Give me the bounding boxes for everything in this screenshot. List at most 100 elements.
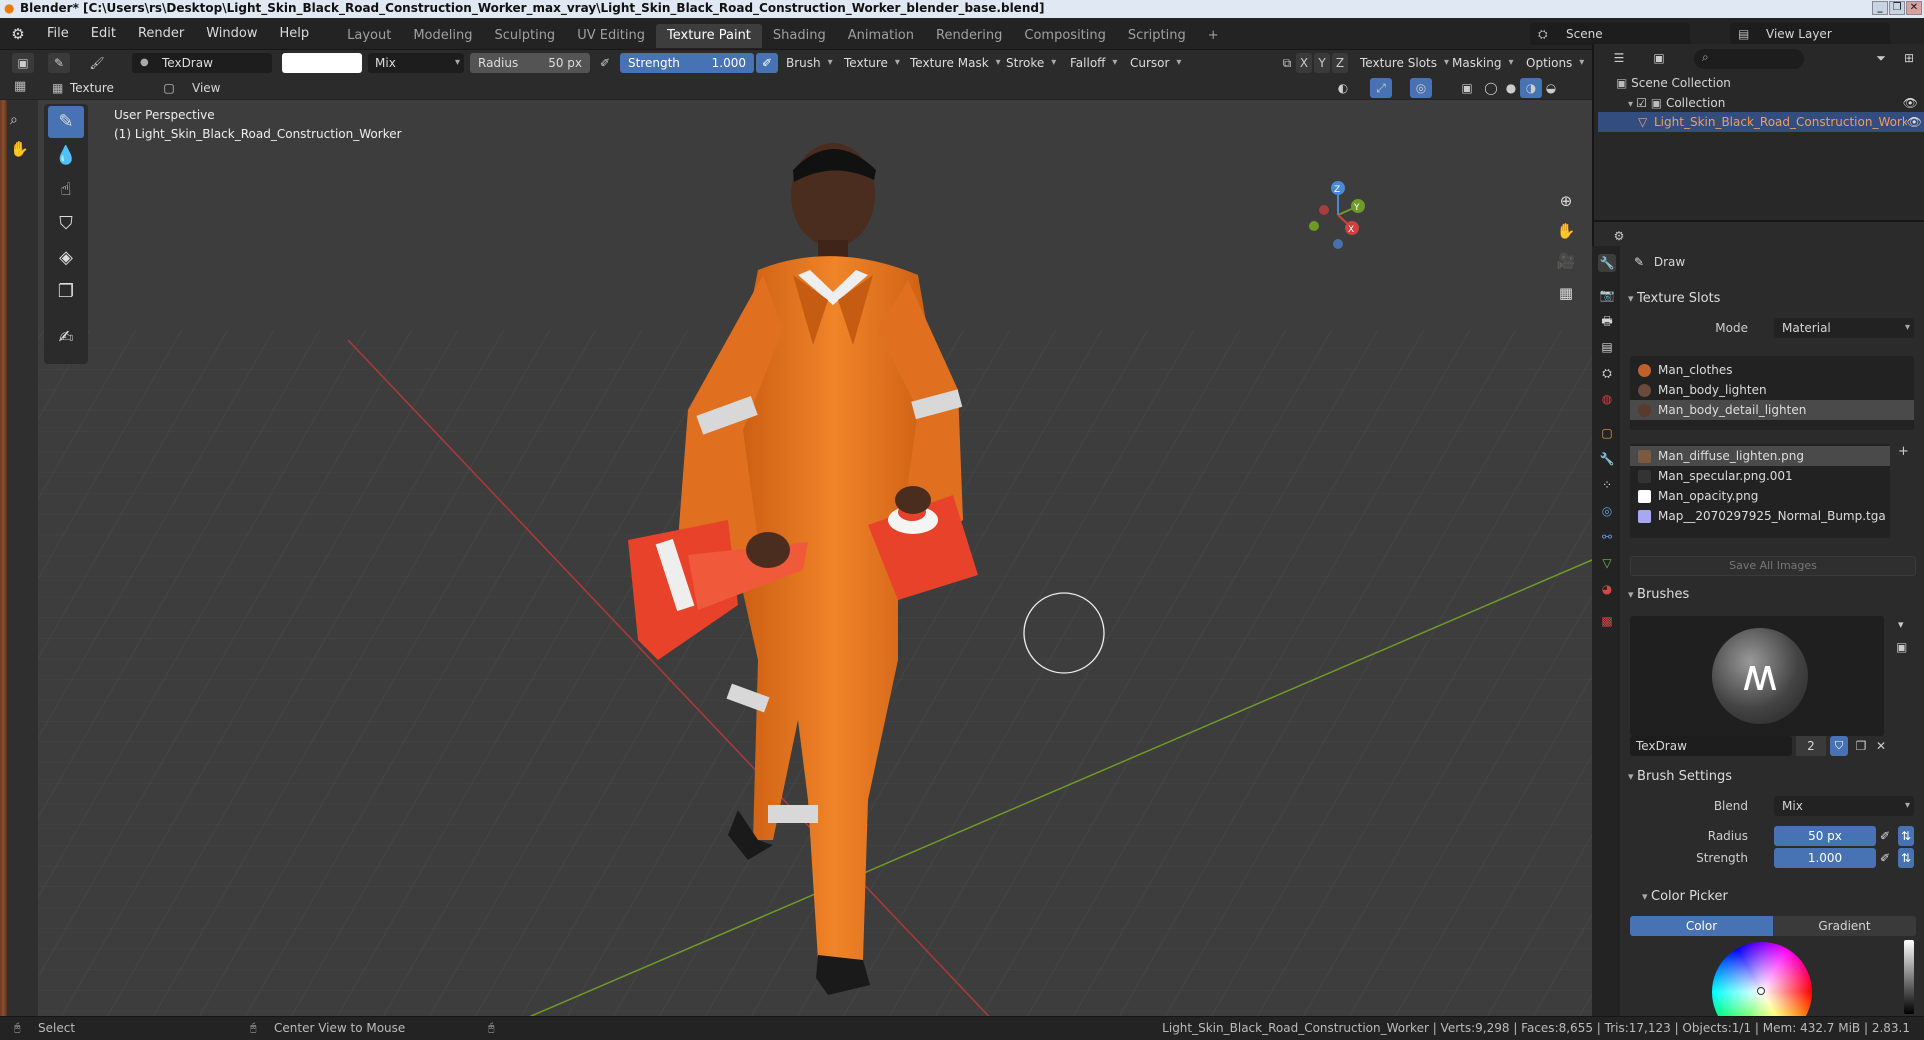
radius-field[interactable]: Radius 50 px [470, 53, 590, 73]
color-wheel[interactable] [1712, 942, 1812, 1016]
symmetry-icon[interactable]: ⧉ [1276, 53, 1298, 73]
particles-tab-icon[interactable]: ⁘ [1598, 476, 1616, 494]
constraints-tab-icon[interactable]: ⚯ [1598, 528, 1616, 546]
options-menu[interactable]: Options [1520, 53, 1586, 73]
display-mode-icon[interactable]: ▣ [1648, 48, 1670, 68]
radius-pressure-icon[interactable]: ✐ [1880, 826, 1890, 846]
draw-tool-icon[interactable]: ✎ [48, 106, 84, 138]
eye-icon[interactable]: 👁 [1903, 94, 1918, 112]
list-item[interactable]: Man_specular.png.001 [1630, 466, 1890, 486]
fill-tool-icon[interactable]: ◈ [48, 242, 84, 274]
stroke-menu[interactable]: Stroke [1000, 53, 1058, 73]
scene-selector[interactable]: ⛭ Scene [1530, 23, 1690, 45]
tab-gradient[interactable]: Gradient [1773, 916, 1916, 936]
tab-modeling[interactable]: Modeling [402, 24, 483, 48]
camera-view-icon[interactable]: 🎥 [1553, 248, 1579, 274]
brush-list-chevron-icon[interactable]: ▾ [1898, 618, 1904, 631]
tab-scripting[interactable]: Scripting [1117, 24, 1197, 48]
soften-tool-icon[interactable]: 💧 [48, 140, 84, 172]
render-tab-icon[interactable]: 📷 [1598, 286, 1616, 304]
brush-name-field[interactable]: ● TexDraw [132, 53, 272, 73]
search-icon[interactable]: ⌕ [10, 112, 18, 128]
clone-tool-icon[interactable]: ⛉ [48, 208, 84, 240]
strength-slider[interactable]: Strength 1.000 [620, 53, 754, 73]
color-picker-subpanel-header[interactable]: Color Picker [1642, 886, 1924, 908]
tab-animation[interactable]: Animation [837, 24, 925, 48]
editor-type-icon[interactable]: ▣ [12, 53, 34, 73]
texture-slots-menu[interactable]: Texture Slots [1354, 53, 1451, 73]
filter-icon[interactable]: ⏷ [1870, 48, 1892, 68]
brush-menu[interactable]: Brush [780, 53, 835, 73]
tool-tab-icon[interactable]: 🔧 [1598, 254, 1616, 272]
strength-toggle-icon[interactable]: ⇅ [1898, 848, 1914, 868]
scene-tab-icon[interactable]: ⛭ [1598, 364, 1616, 382]
tab-compositing[interactable]: Compositing [1013, 24, 1117, 48]
mode-icon[interactable]: ✎ [48, 53, 70, 73]
blend-dropdown[interactable]: Mix ▾ [1774, 796, 1914, 816]
strength-slider[interactable]: 1.000 [1774, 848, 1876, 868]
material-tab-icon[interactable]: ◕ [1598, 580, 1616, 598]
brush-icon[interactable]: 🖌 [86, 53, 108, 73]
menu-render[interactable]: Render [127, 18, 195, 50]
menu-file[interactable]: File [36, 18, 80, 50]
radius-field[interactable]: 50 px [1774, 826, 1876, 846]
minimize-button[interactable]: _ [1872, 1, 1888, 15]
strength-pressure-icon[interactable]: ✐ [756, 53, 778, 73]
new-collection-icon[interactable]: ⊞ [1898, 48, 1920, 68]
fake-user-shield-icon[interactable]: ⛉ [1830, 736, 1848, 756]
physics-tab-icon[interactable]: ◎ [1598, 502, 1616, 520]
output-tab-icon[interactable]: 🖶 [1598, 312, 1616, 330]
radius-unit-toggle-icon[interactable]: ⇅ [1898, 826, 1914, 846]
outliner-row-scene-collection[interactable]: ▣ Scene Collection [1616, 74, 1731, 92]
axis-z-toggle[interactable]: Z [1332, 53, 1348, 73]
brush-name-field[interactable]: TexDraw [1630, 736, 1792, 756]
add-image-icon[interactable]: + [1898, 444, 1909, 459]
axis-x-toggle[interactable]: X [1296, 53, 1312, 73]
list-item[interactable]: Man_body_lighten [1630, 380, 1914, 400]
checkbox-icon[interactable]: ☑ [1636, 96, 1651, 110]
tab-texture-paint[interactable]: Texture Paint [656, 23, 762, 48]
list-item[interactable]: Map__2070297925_Normal_Bump.tga [1630, 506, 1890, 526]
add-workspace-button[interactable]: + [1197, 24, 1230, 48]
object-tab-icon[interactable]: ▢ [1598, 424, 1616, 442]
list-item[interactable]: Man_opacity.png [1630, 486, 1890, 506]
xray-icon[interactable]: ▣ [1456, 78, 1478, 98]
list-item[interactable]: Man_body_detail_lighten [1630, 400, 1914, 420]
tab-color[interactable]: Color [1630, 916, 1773, 936]
color-swatch[interactable] [282, 53, 362, 73]
ortho-grid-icon[interactable]: ▦ [1553, 280, 1579, 306]
save-all-images-button[interactable]: Save All Images [1630, 556, 1916, 576]
outliner-search-input[interactable]: ⌕ [1694, 49, 1804, 69]
blend-dropdown[interactable]: Mix ▾ [368, 53, 464, 73]
brushes-panel-header[interactable]: Brushes [1628, 584, 1916, 606]
brush-settings-panel-header[interactable]: Brush Settings [1628, 766, 1916, 788]
pan-hand-icon[interactable]: ✋ [1553, 218, 1579, 244]
texture-slots-panel-header[interactable]: Texture Slots [1628, 288, 1916, 310]
annotate-tool-icon[interactable]: ✍ [48, 322, 84, 354]
duplicate-brush-icon[interactable]: ❐ [1852, 736, 1870, 756]
overlay-toggle-icon[interactable]: ◎ [1410, 78, 1432, 98]
mode-dropdown[interactable]: Material ▾ [1774, 318, 1914, 338]
falloff-menu[interactable]: Falloff [1064, 53, 1119, 73]
rendered-shading-icon[interactable]: ◒ [1540, 78, 1562, 98]
menu-window[interactable]: Window [195, 18, 268, 50]
solid-shading-icon[interactable]: ● [1500, 78, 1522, 98]
strength-pressure-icon[interactable]: ✐ [1880, 848, 1890, 868]
list-item[interactable]: Man_diffuse_lighten.png [1630, 446, 1890, 466]
unlink-brush-icon[interactable]: ✕ [1872, 736, 1890, 756]
view-layer-selector[interactable]: ▤ View Layer [1730, 23, 1890, 45]
brush-image-icon[interactable]: ▣ [1896, 640, 1907, 654]
maximize-button[interactable]: ❐ [1889, 1, 1905, 15]
data-tab-icon[interactable]: ▽ [1598, 554, 1616, 572]
paint-mask-toggle[interactable]: ▢ [160, 78, 178, 98]
outliner-editor-icon[interactable]: ☰ [1608, 48, 1630, 68]
value-slider[interactable] [1904, 940, 1914, 1014]
modifier-tab-icon[interactable]: 🔧 [1598, 450, 1616, 468]
texture-menu[interactable]: Texture [838, 53, 902, 73]
tab-layout[interactable]: Layout [336, 24, 402, 48]
mask-tool-icon[interactable]: ❐ [48, 276, 84, 308]
tab-shading[interactable]: Shading [762, 24, 837, 48]
smear-tool-icon[interactable]: ☝ [48, 174, 84, 206]
material-slot-list[interactable]: Man_clothes Man_body_lighten Man_body_de… [1630, 356, 1914, 430]
masking-menu[interactable]: Masking [1446, 53, 1515, 73]
